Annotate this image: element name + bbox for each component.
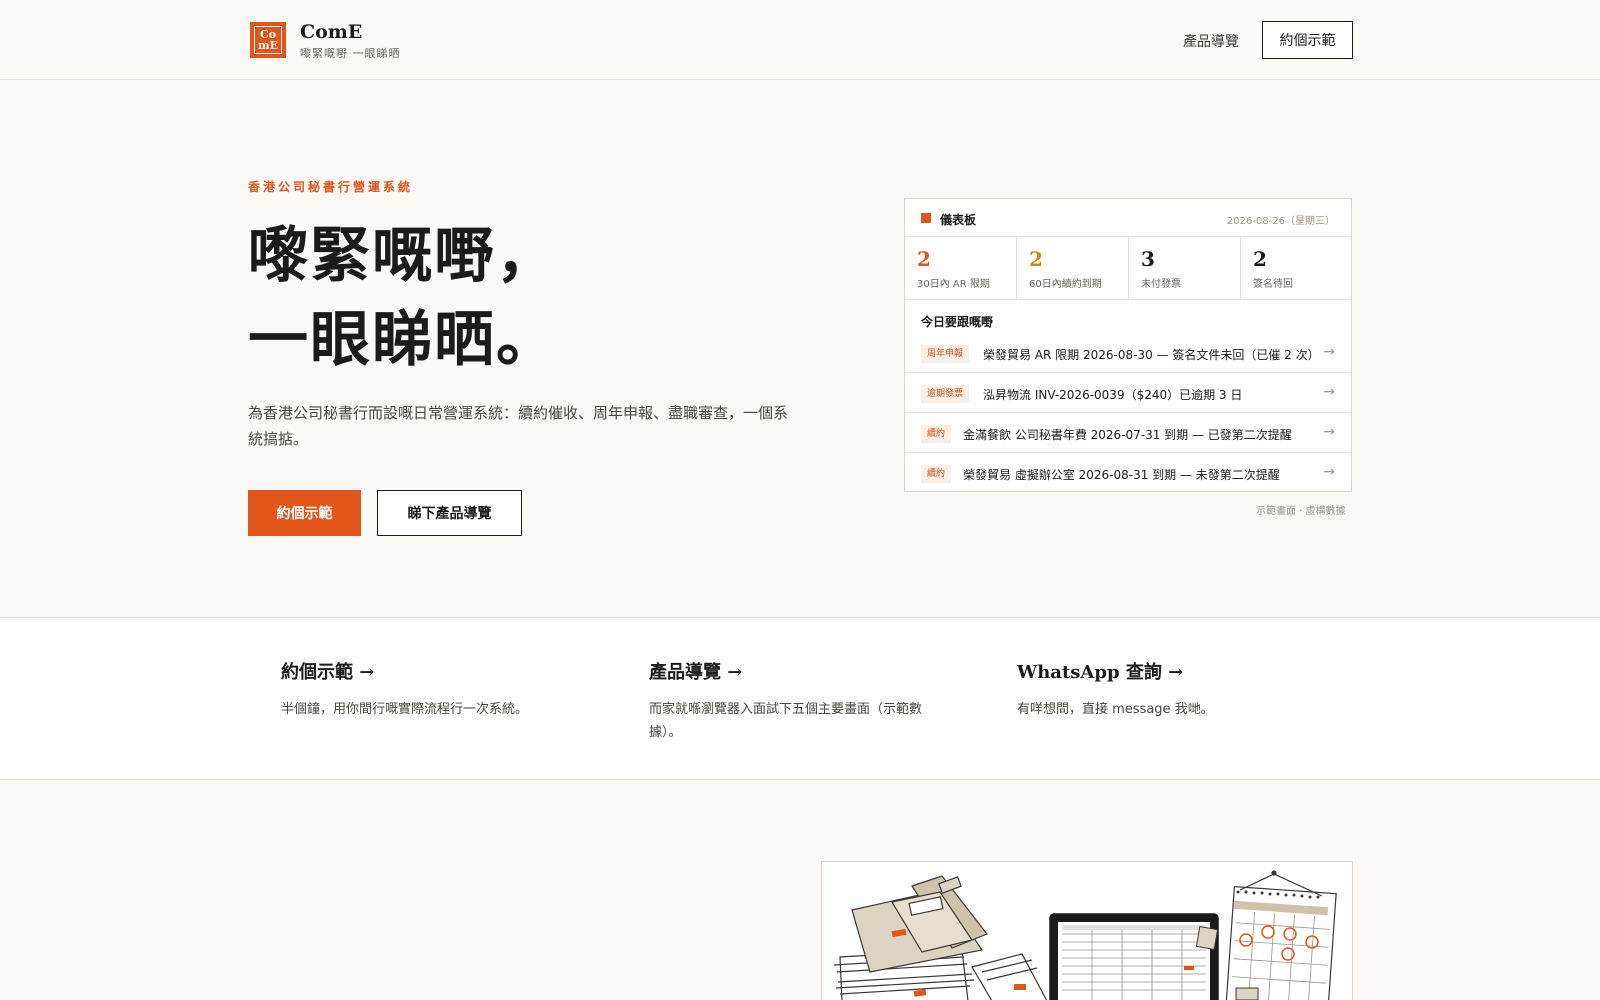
stat-value: 2 <box>1029 247 1043 271</box>
task-tag: 逾期發票 <box>921 385 970 403</box>
task-tag: 周年申報 <box>921 345 970 363</box>
hero-title-line-2: 一眼睇晒。 <box>248 305 558 375</box>
brand-tagline: 嚟緊嘅嘢 一眼睇晒 <box>300 47 401 60</box>
quick-links: 約個示範 → 半個鐘，用你間行嘅實際流程行一次系統。 產品導覽 → 而家就喺瀏覽… <box>0 617 1600 780</box>
stat-renewals[interactable]: 2 60日內續約到期 <box>1017 237 1129 300</box>
arrow-right-icon: → <box>1323 424 1335 440</box>
dashboard-header: 儀表板 2026-08-26（星期三） <box>905 199 1351 237</box>
task-tag: 續約 <box>921 465 952 483</box>
logo-mark: Co mE <box>254 26 282 54</box>
site-header: Co mE ComE 嚟緊嘅嘢 一眼睇晒 產品導覽 約個示範 <box>0 0 1600 80</box>
link-title[interactable]: 約個示範 → <box>281 658 581 684</box>
logo[interactable]: Co mE <box>250 22 286 58</box>
stat-label: 簽名待回 <box>1253 279 1293 290</box>
arrow-right-icon: → <box>1323 384 1335 400</box>
task-text: 泓昇物流 INV-2026-0039（$240）已逾期 3 日 <box>983 388 1243 402</box>
dashboard-title: 儀表板 <box>940 213 977 227</box>
task-row[interactable]: 續約 榮發貿易 虛擬辦公室 2026-08-31 到期 — 未發第二次提醒 → <box>905 453 1351 493</box>
brand-name[interactable]: ComE <box>300 21 362 43</box>
link-title[interactable]: 產品導覽 → <box>649 658 949 684</box>
stat-signatures-pending[interactable]: 2 簽名待回 <box>1241 237 1351 300</box>
paperwork-illustration <box>833 870 1337 1000</box>
link-description: 而家就喺瀏覽器入面試下五個主要畫面（示範數據）。 <box>649 702 923 740</box>
hero-eyebrow: 香港公司秘書行營運系統 <box>248 180 414 194</box>
link-whatsapp[interactable]: WhatsApp 查詢 → 有咩想問，直接 message 我哋。 <box>1017 658 1317 721</box>
task-row[interactable]: 周年申報 榮發貿易 AR 限期 2026-08-30 — 簽名文件未回（已催 2… <box>905 333 1351 373</box>
link-product-tour[interactable]: 產品導覽 → 而家就喺瀏覽器入面試下五個主要畫面（示範數據）。 <box>649 658 949 744</box>
nav-product-tour-link[interactable]: 產品導覽 <box>1183 31 1239 51</box>
square-icon <box>921 213 931 223</box>
link-title[interactable]: WhatsApp 查詢 → <box>1017 658 1317 684</box>
stat-label: 未付發票 <box>1141 279 1181 290</box>
task-text: 榮發貿易 虛擬辦公室 2026-08-31 到期 — 未發第二次提醒 <box>963 468 1280 482</box>
office-illustration <box>821 861 1353 1000</box>
book-demo-button[interactable]: 約個示範 <box>248 490 361 536</box>
arrow-right-icon: → <box>1323 344 1335 360</box>
task-tag: 續約 <box>921 425 952 443</box>
task-text: 榮發貿易 AR 限期 2026-08-30 — 簽名文件未回（已催 2 次） <box>983 348 1320 362</box>
hero-title: 嚟緊嘅嘢， 一眼睇晒。 <box>248 214 558 382</box>
hero-description: 為香港公司秘書行而設嘅日常營運系統：續約催收、周年申報、盡職審查，一個系統搞掂。 <box>248 404 789 448</box>
task-row[interactable]: 逾期發票 泓昇物流 INV-2026-0039（$240）已逾期 3 日 → <box>905 373 1351 413</box>
dashboard-note: 示範畫面 · 虛構數據 <box>1256 506 1346 517</box>
hero-title-line-1: 嚟緊嘅嘢， <box>248 221 558 291</box>
link-description: 半個鐘，用你間行嘅實際流程行一次系統。 <box>281 702 529 717</box>
stat-label: 30日內 AR 限期 <box>917 279 990 290</box>
dashboard-date: 2026-08-26（星期三） <box>1226 216 1335 227</box>
task-row[interactable]: 續約 金滿餐飲 公司秘書年費 2026-07-31 到期 — 已發第二次提醒 → <box>905 413 1351 453</box>
arrow-right-icon: → <box>1323 464 1335 480</box>
stat-ar-deadline[interactable]: 2 30日內 AR 限期 <box>905 237 1017 300</box>
link-description: 有咩想問，直接 message 我哋。 <box>1017 702 1214 717</box>
task-text: 金滿餐飲 公司秘書年費 2026-07-31 到期 — 已發第二次提醒 <box>963 428 1292 442</box>
product-tour-button[interactable]: 睇下產品導覽 <box>377 490 522 536</box>
stat-value: 2 <box>1253 247 1267 271</box>
link-book-demo[interactable]: 約個示範 → 半個鐘，用你間行嘅實際流程行一次系統。 <box>281 658 581 721</box>
stat-value: 2 <box>917 247 931 271</box>
stat-label: 60日內續約到期 <box>1029 279 1102 290</box>
today-title: 今日要跟嘅嘢 <box>921 315 994 329</box>
nav-book-demo-button[interactable]: 約個示範 <box>1262 21 1353 59</box>
stat-unpaid-invoices[interactable]: 3 未付發票 <box>1129 237 1241 300</box>
stat-value: 3 <box>1141 247 1155 271</box>
dashboard-preview: 儀表板 2026-08-26（星期三） 2 30日內 AR 限期 2 60日內續… <box>904 198 1352 492</box>
